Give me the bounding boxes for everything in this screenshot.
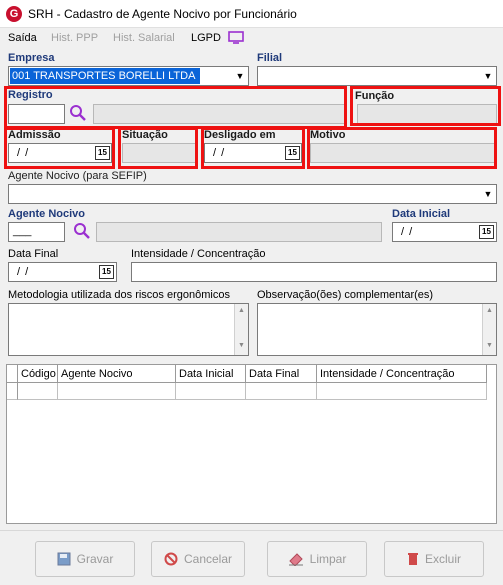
- excluir-button[interactable]: Excluir: [384, 541, 484, 577]
- empresa-label: Empresa: [8, 52, 55, 64]
- gravar-label: Gravar: [76, 552, 114, 566]
- grid-header-codigo[interactable]: Código: [18, 365, 58, 383]
- calendar-icon[interactable]: 15: [479, 225, 494, 239]
- excluir-label: Excluir: [424, 552, 461, 566]
- cancelar-button[interactable]: Cancelar: [151, 541, 245, 577]
- table-cell[interactable]: [18, 383, 58, 400]
- data-final-input[interactable]: / / 15: [8, 262, 117, 282]
- menu-bar: Saída Hist. PPP Hist. Salarial LGPD: [0, 28, 503, 48]
- filial-combo[interactable]: ▼: [257, 66, 497, 86]
- observacao-label: Observação(ões) complementar(es): [257, 289, 434, 301]
- data-final-value: / /: [17, 266, 30, 278]
- agente-code-value: ___: [13, 225, 32, 237]
- grid-header-intensidade[interactable]: Intensidade / Concentração: [317, 365, 487, 383]
- agentes-grid[interactable]: Código Agente Nocivo Data Inicial Data F…: [6, 364, 497, 524]
- eraser-icon: [288, 553, 303, 566]
- cancelar-label: Cancelar: [183, 552, 233, 566]
- empresa-combo[interactable]: 001 TRANSPORTES BORELLI LTDA ▼: [8, 66, 249, 86]
- limpar-label: Limpar: [309, 552, 347, 566]
- agente-code-input[interactable]: ___: [8, 222, 65, 242]
- agente-sefip-label: Agente Nocivo (para SEFIP): [8, 170, 147, 182]
- table-cell[interactable]: [246, 383, 317, 400]
- metodologia-label: Metodologia utilizada dos riscos ergonôm…: [8, 289, 230, 301]
- agente-name-field: [96, 222, 382, 242]
- data-final-label: Data Final: [8, 248, 59, 260]
- chevron-down-icon[interactable]: ▼: [480, 185, 496, 203]
- table-cell[interactable]: [58, 383, 176, 400]
- empresa-value: 001 TRANSPORTES BORELLI LTDA: [10, 68, 200, 84]
- grid-indicator-header: [7, 365, 18, 383]
- highlight-box-desligado: [201, 127, 305, 169]
- metodologia-textarea[interactable]: ▲ ▼: [8, 303, 249, 356]
- chevron-down-icon[interactable]: ▼: [480, 67, 496, 85]
- observacao-textarea[interactable]: ▲ ▼: [257, 303, 497, 356]
- scrollbar[interactable]: ▲ ▼: [234, 304, 248, 355]
- calendar-icon[interactable]: 15: [99, 265, 114, 279]
- data-inicial-value: / /: [401, 226, 414, 238]
- chevron-down-icon[interactable]: ▼: [232, 67, 248, 85]
- agente-sefip-combo[interactable]: ▼: [8, 184, 497, 204]
- table-cell[interactable]: [317, 383, 487, 400]
- grid-header-data-final[interactable]: Data Final: [246, 365, 317, 383]
- menu-lgpd[interactable]: LGPD: [191, 28, 221, 48]
- save-icon: [57, 552, 71, 566]
- window-title: SRH - Cadastro de Agente Nocivo por Func…: [28, 7, 297, 21]
- search-icon[interactable]: [73, 222, 91, 240]
- grid-header-data-inicial[interactable]: Data Inicial: [176, 365, 246, 383]
- highlight-box-funcao: [350, 86, 501, 126]
- menu-saida[interactable]: Saída: [8, 28, 37, 48]
- monitor-icon[interactable]: [228, 31, 244, 44]
- highlight-box-admissao: [4, 127, 115, 169]
- highlight-box-registro: [4, 86, 347, 129]
- trash-icon: [407, 553, 418, 565]
- srh-app-icon: G: [6, 6, 22, 22]
- limpar-button[interactable]: Limpar: [267, 541, 367, 577]
- agente-nocivo-label: Agente Nocivo: [8, 208, 86, 220]
- intensidade-input[interactable]: [131, 262, 497, 282]
- table-cell[interactable]: [176, 383, 246, 400]
- gravar-button[interactable]: Gravar: [35, 541, 135, 577]
- data-inicial-label: Data Inicial: [392, 208, 451, 220]
- filial-label: Filial: [257, 52, 283, 64]
- menu-hist-ppp[interactable]: Hist. PPP: [51, 28, 98, 48]
- scrollbar[interactable]: ▲ ▼: [482, 304, 496, 355]
- divider: [0, 530, 503, 531]
- cancel-icon: [164, 552, 178, 566]
- highlight-box-motivo: [307, 127, 497, 169]
- menu-hist-salarial[interactable]: Hist. Salarial: [113, 28, 175, 48]
- highlight-box-situacao: [118, 127, 198, 169]
- data-inicial-input[interactable]: / / 15: [392, 222, 497, 242]
- table-row-indicator: [7, 383, 18, 400]
- grid-header-agente[interactable]: Agente Nocivo: [58, 365, 176, 383]
- intensidade-label: Intensidade / Concentração: [131, 248, 266, 260]
- title-bar: G SRH - Cadastro de Agente Nocivo por Fu…: [0, 0, 503, 28]
